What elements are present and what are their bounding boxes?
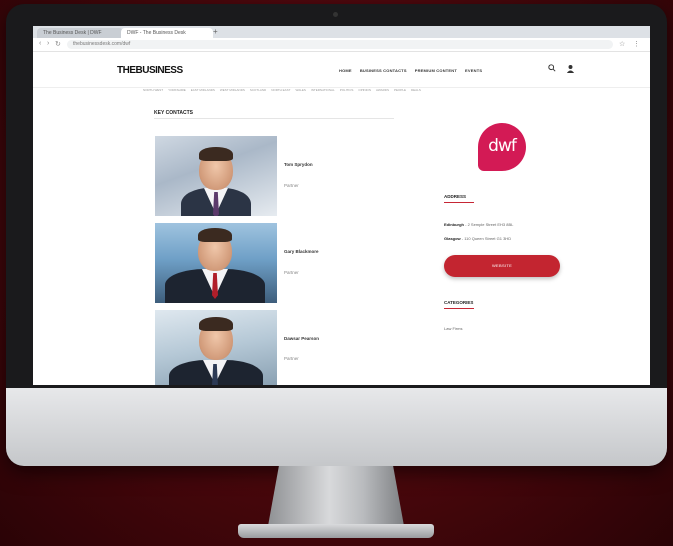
nav-premium-content[interactable]: PREMIUM CONTENT bbox=[415, 68, 457, 73]
subnav-item[interactable]: EAST MIDLANDS bbox=[191, 88, 215, 94]
category-link[interactable]: Law Firms bbox=[444, 326, 462, 331]
back-icon[interactable]: ‹ bbox=[39, 40, 41, 47]
person-photo-1[interactable] bbox=[155, 136, 277, 216]
forward-icon[interactable]: › bbox=[47, 40, 49, 47]
subnav-item[interactable]: WEST MIDLANDS bbox=[220, 88, 245, 94]
subnav-item[interactable]: WALES bbox=[296, 88, 306, 94]
address-value: 2 Semple Street EH3 8BL bbox=[467, 222, 514, 227]
person-name[interactable]: Tom Sprydon bbox=[284, 162, 313, 167]
address-heading: ADDRESS bbox=[444, 194, 467, 199]
site-header: THEBUSINESS HOME BUSINESS CONTACTS PREMI… bbox=[33, 52, 650, 88]
heading-underline bbox=[444, 202, 474, 203]
subnav-item[interactable]: AWARDS bbox=[376, 88, 389, 94]
address-label: Edinburgh bbox=[444, 222, 464, 227]
nav-events[interactable]: EVENTS bbox=[465, 68, 482, 73]
divider bbox=[154, 118, 394, 119]
hair bbox=[199, 317, 233, 331]
camera bbox=[333, 12, 338, 17]
search-icon[interactable] bbox=[548, 64, 556, 74]
address-bar: ‹ › ↻ thebusinessdesk.com/dwf ☆ ⋮ bbox=[33, 38, 650, 52]
monitor-stand bbox=[268, 466, 404, 526]
monitor-chin bbox=[6, 388, 667, 466]
browser-screen: The Business Desk | DWF DWF - The Busine… bbox=[33, 26, 650, 385]
categories-heading: CATEGORIES bbox=[444, 300, 474, 305]
address-line: Glasgow - 110 Queen Street G1 3HD bbox=[444, 236, 512, 241]
person-photo-2[interactable] bbox=[155, 223, 277, 303]
subnav-item[interactable]: PEOPLE bbox=[394, 88, 406, 94]
monitor-stand-base bbox=[238, 524, 434, 538]
subnav-item[interactable]: NORTH WEST bbox=[143, 88, 163, 94]
address-label: Glasgow bbox=[444, 236, 461, 241]
heading-underline bbox=[444, 308, 474, 309]
browser-tab-2[interactable]: DWF - The Business Desk bbox=[121, 28, 213, 38]
site-logo[interactable]: THEBUSINESS bbox=[117, 65, 183, 76]
tab-bar: The Business Desk | DWF DWF - The Busine… bbox=[33, 26, 650, 38]
person-role: Partner bbox=[284, 183, 299, 188]
dwf-logo-text: dwf bbox=[488, 136, 517, 156]
new-tab-button[interactable]: + bbox=[213, 27, 218, 36]
person-photo-3[interactable] bbox=[155, 310, 277, 385]
person-role: Partner bbox=[284, 356, 299, 361]
subnav-item[interactable]: NORTH EAST bbox=[271, 88, 290, 94]
url-input[interactable]: thebusinessdesk.com/dwf bbox=[67, 40, 613, 49]
nav-home[interactable]: HOME bbox=[339, 68, 352, 73]
menu-icon[interactable]: ⋮ bbox=[633, 40, 640, 48]
star-icon[interactable]: ☆ bbox=[619, 40, 625, 48]
browser-tab-1[interactable]: The Business Desk | DWF bbox=[37, 28, 123, 38]
person-role: Partner bbox=[284, 270, 299, 275]
hair bbox=[198, 228, 232, 242]
main-nav: HOME BUSINESS CONTACTS PREMIUM CONTENT E… bbox=[339, 68, 482, 73]
person-name[interactable]: Dawsar Pearson bbox=[284, 336, 319, 341]
sub-nav: NORTH WEST YORKSHIRE EAST MIDLANDS WEST … bbox=[143, 88, 563, 94]
subnav-item[interactable]: SCOTLAND bbox=[250, 88, 266, 94]
subnav-item[interactable]: POLITICS bbox=[340, 88, 354, 94]
subnav-item[interactable]: DEALS bbox=[411, 88, 421, 94]
address-value: 110 Queen Street G1 3HD bbox=[464, 236, 512, 241]
subnav-item[interactable]: OPINION bbox=[358, 88, 371, 94]
nav-business-contacts[interactable]: BUSINESS CONTACTS bbox=[360, 68, 407, 73]
person-name[interactable]: Gary Blackmore bbox=[284, 249, 319, 254]
user-icon[interactable] bbox=[566, 64, 575, 75]
hair bbox=[199, 147, 233, 161]
subnav-item[interactable]: INTERNATIONAL bbox=[311, 88, 335, 94]
section-title: KEY CONTACTS bbox=[154, 110, 193, 116]
subnav-item[interactable]: YORKSHIRE bbox=[168, 88, 186, 94]
reload-icon[interactable]: ↻ bbox=[55, 40, 61, 48]
address-line: Edinburgh - 2 Semple Street EH3 8BL bbox=[444, 222, 514, 227]
website-button[interactable]: WEBSITE bbox=[444, 255, 560, 277]
